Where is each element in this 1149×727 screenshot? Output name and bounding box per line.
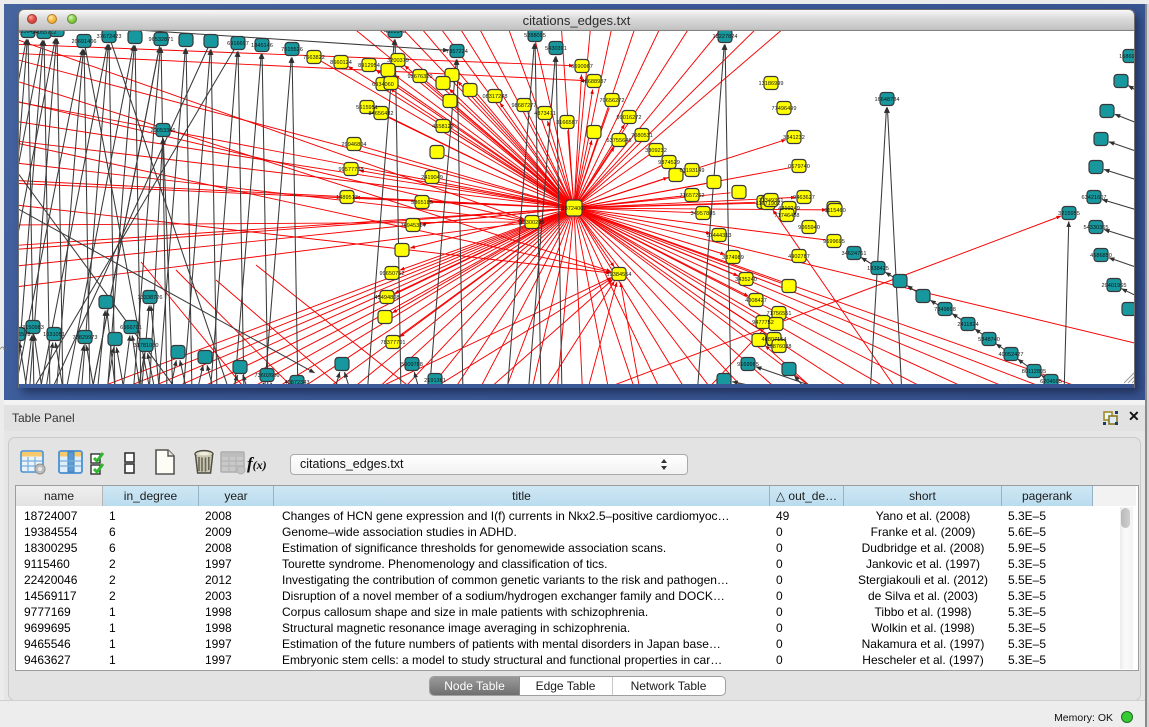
svg-text:9169985: 9169985 [737, 362, 759, 368]
svg-text:9374529: 9374529 [658, 160, 680, 166]
svg-text:37672423: 37672423 [97, 34, 122, 40]
svg-text:46872343: 46872343 [285, 380, 310, 384]
svg-text:5009788: 5009788 [401, 362, 423, 368]
svg-text:31781080: 31781080 [134, 343, 159, 349]
svg-text:9477752: 9477752 [752, 320, 774, 326]
svg-text:6934060: 6934060 [372, 82, 394, 88]
svg-text:46688937: 46688937 [582, 79, 607, 85]
svg-text:3374989: 3374989 [722, 255, 744, 261]
svg-text:8660124: 8660124 [330, 60, 352, 66]
svg-text:93676320: 93676320 [408, 74, 433, 80]
svg-text:3215955: 3215955 [1058, 211, 1080, 217]
svg-text:5430391: 5430391 [545, 46, 567, 52]
svg-text:4210249: 4210249 [778, 206, 800, 212]
svg-text:9115460: 9115460 [824, 208, 845, 214]
svg-text:1489513: 1489513 [336, 195, 358, 201]
svg-text:45494808: 45494808 [375, 295, 400, 301]
svg-text:6566701: 6566701 [120, 325, 142, 331]
svg-text:3200379: 3200379 [387, 58, 409, 64]
svg-text:40052427: 40052427 [999, 352, 1024, 358]
svg-text:7663822: 7663822 [303, 55, 325, 61]
svg-text:34624751: 34624751 [842, 251, 867, 257]
svg-text:76945314: 76945314 [401, 223, 426, 229]
svg-text:99577738: 99577738 [339, 167, 364, 173]
svg-text:70656272: 70656272 [600, 98, 625, 104]
svg-text:71657262: 71657262 [680, 193, 705, 199]
svg-text:77496499: 77496499 [772, 106, 797, 112]
svg-text:99016272: 99016272 [617, 115, 642, 121]
svg-text:2191361: 2191361 [424, 378, 446, 384]
svg-text:29946804: 29946804 [342, 142, 367, 148]
svg-text:80112805: 80112805 [1022, 369, 1046, 375]
svg-text:63193149: 63193149 [680, 168, 705, 174]
svg-text:3309232: 3309232 [645, 148, 667, 154]
svg-text:71746488: 71746488 [775, 213, 800, 219]
svg-text:46807154: 46807154 [762, 337, 787, 343]
svg-text:71349361: 71349361 [759, 198, 784, 204]
svg-text:5288095: 5288095 [524, 33, 546, 39]
svg-text:73829973: 73829973 [73, 335, 98, 341]
svg-text:20053346: 20053346 [151, 128, 176, 134]
svg-text:99650752: 99650752 [380, 271, 405, 277]
svg-text:54330365: 54330365 [1084, 225, 1109, 231]
svg-text:20691406: 20691406 [72, 39, 97, 45]
svg-text:78377701: 78377701 [381, 340, 406, 346]
svg-text:71756551: 71756551 [767, 311, 792, 317]
svg-text:3166587: 3166587 [556, 120, 578, 126]
svg-text:4873471: 4873471 [534, 111, 556, 117]
svg-text:13186999: 13186999 [759, 81, 784, 87]
svg-text:6690967: 6690967 [571, 64, 593, 70]
svg-text:2411824: 2411824 [957, 322, 978, 328]
svg-text:4902787: 4902787 [788, 254, 810, 260]
svg-text:6916697: 6916697 [227, 41, 249, 47]
svg-text:16648784: 16648784 [875, 97, 900, 103]
svg-text:4828148: 4828148 [384, 31, 406, 35]
svg-text:38346578: 38346578 [19, 332, 30, 338]
svg-text:29401965: 29401965 [1102, 283, 1127, 289]
svg-text:3435240: 3435240 [735, 277, 757, 283]
svg-text:96532871: 96532871 [149, 37, 174, 43]
svg-text:14055712: 14055712 [32, 31, 57, 36]
svg-text:80876038: 80876038 [767, 344, 792, 350]
svg-text:19384554: 19384554 [607, 272, 632, 278]
svg-text:4586850: 4586850 [1090, 253, 1112, 259]
svg-text:84656482: 84656482 [369, 111, 394, 117]
svg-text:4008427: 4008427 [745, 298, 767, 304]
svg-text:98687277: 98687277 [512, 103, 537, 109]
svg-text:1031051: 1031051 [43, 332, 65, 338]
svg-text:4558122: 4558122 [432, 124, 454, 130]
svg-text:1586923: 1586923 [1119, 54, 1134, 60]
svg-text:2419049: 2419049 [421, 175, 443, 181]
svg-text:5348740: 5348740 [978, 337, 1000, 343]
svg-text:57444313: 57444313 [707, 233, 732, 239]
svg-text:18227824: 18227824 [713, 34, 738, 40]
svg-text:34957885: 34957885 [691, 211, 716, 217]
svg-text:9699695: 9699695 [823, 239, 845, 245]
svg-text:18300295: 18300295 [520, 220, 545, 226]
svg-text:9463627: 9463627 [793, 195, 815, 201]
svg-text:53755646: 53755646 [607, 138, 632, 144]
svg-text:73602606: 73602606 [255, 373, 280, 379]
svg-text:9065940: 9065940 [798, 225, 820, 231]
svg-text:1838425: 1838425 [867, 266, 889, 272]
svg-text:0679740: 0679740 [788, 164, 810, 170]
svg-text:7849808: 7849808 [934, 307, 956, 313]
svg-text:63421607: 63421607 [1082, 195, 1107, 201]
svg-text:13338726: 13338726 [138, 295, 163, 301]
svg-text:18724007: 18724007 [562, 206, 587, 212]
svg-text:3150983: 3150983 [22, 325, 44, 331]
svg-text:6204505: 6204505 [1040, 379, 1062, 384]
svg-text:5865185: 5865185 [411, 200, 433, 206]
svg-text:1845146: 1845146 [251, 43, 273, 49]
svg-text:7857224: 7857224 [446, 49, 468, 55]
svg-text:8912954: 8912954 [358, 63, 380, 69]
svg-text:08317278: 08317278 [483, 94, 508, 100]
svg-text:7080531: 7080531 [631, 133, 653, 139]
svg-text:7515526: 7515526 [281, 47, 303, 53]
svg-text:3341232: 3341232 [783, 135, 805, 141]
